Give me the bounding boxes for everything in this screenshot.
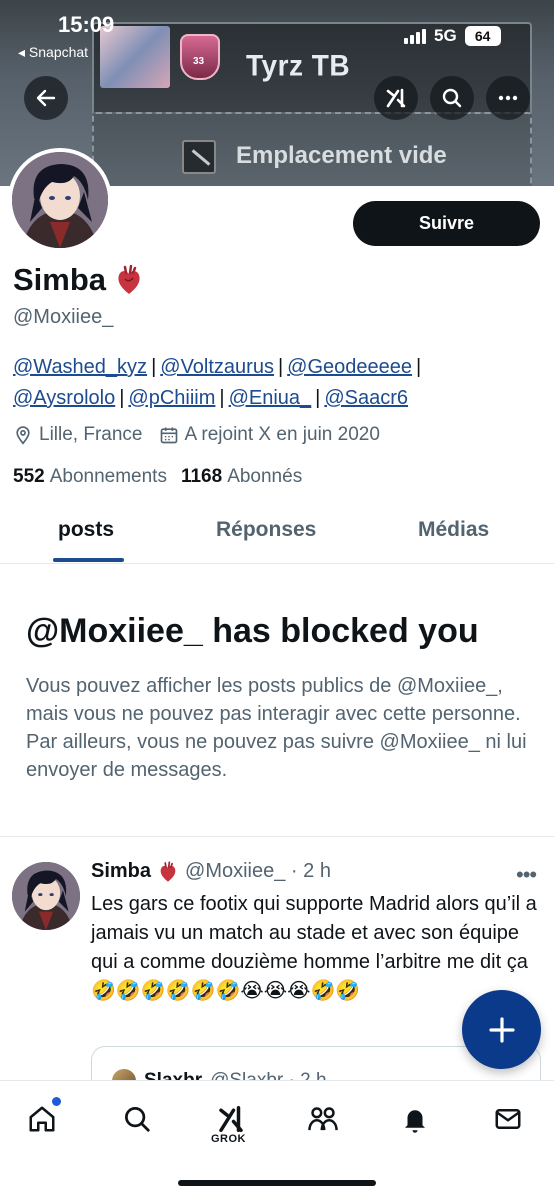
network-type: 5G <box>434 26 457 45</box>
compose-button[interactable] <box>462 990 541 1069</box>
back-button[interactable] <box>24 76 68 120</box>
more-button[interactable] <box>486 76 530 120</box>
grok-icon <box>386 88 406 108</box>
profile-meta: Lille, France A rejoint X en juin 2020 <box>13 424 396 446</box>
post-text: Les gars ce footix qui supporte Madrid a… <box>91 893 537 1002</box>
tab-posts[interactable]: posts <box>58 518 114 542</box>
post-author[interactable]: Simba <box>91 860 151 883</box>
status-indicators: 5G 64 <box>404 26 501 46</box>
post-handle-time: @Moxiiee_ · 2 h <box>185 860 331 882</box>
home-icon <box>29 1106 55 1132</box>
search-icon <box>442 88 462 108</box>
tab-replies[interactable]: Réponses <box>216 518 316 542</box>
notification-dot <box>52 1097 61 1106</box>
grok-label: GROK <box>211 1133 246 1145</box>
bio-mention[interactable]: @Saacr6 <box>324 387 408 409</box>
status-back-to-app[interactable]: ◂ Snapchat <box>18 44 88 61</box>
bio-mention[interactable]: @Washed_kyz <box>13 356 147 378</box>
post-header: Simba @Moxiiee_ · 2 h <box>91 860 331 883</box>
display-name-text: Simba <box>13 262 107 297</box>
search-icon <box>125 1107 150 1132</box>
banner-slot-icon <box>182 140 216 174</box>
status-time: 15:09 <box>58 12 115 37</box>
blocked-message: Vous pouvez afficher les posts publics d… <box>26 675 527 781</box>
location-text: Lille, France <box>39 424 143 445</box>
banner-slot-text: Emplacement vide <box>236 142 447 169</box>
grok-icon <box>219 1106 243 1132</box>
avatar-image <box>12 152 108 248</box>
plus-icon <box>488 1016 515 1043</box>
anatomical-heart-icon <box>160 860 176 882</box>
followers-count[interactable]: 1168 Abonnés <box>181 466 302 488</box>
post-avatar[interactable] <box>12 862 80 930</box>
bio-mention[interactable]: @pChiiim <box>128 387 215 409</box>
location-pin-icon <box>16 426 30 445</box>
search-button[interactable] <box>430 76 474 120</box>
messages-icon <box>495 1109 521 1129</box>
join-date-text: A rejoint X en juin 2020 <box>184 424 380 445</box>
battery-icon: 64 <box>464 26 501 46</box>
nav-messages[interactable] <box>488 1099 528 1139</box>
profile-tabs: posts Réponses Médias <box>0 500 554 564</box>
banner-badge-number: 33 <box>193 56 205 67</box>
home-indicator[interactable] <box>178 1180 376 1186</box>
arrow-left-icon <box>36 89 56 107</box>
tab-media[interactable]: Médias <box>418 518 489 542</box>
more-icon <box>498 95 518 101</box>
profile-handle: @Moxiiee_ <box>13 306 114 328</box>
communities-icon <box>308 1107 338 1131</box>
nav-communities[interactable] <box>303 1099 343 1139</box>
calendar-icon <box>160 427 177 444</box>
signal-icon <box>404 28 426 44</box>
bio-mention[interactable]: @Eniua_ <box>229 387 312 409</box>
bio-mention[interactable]: @Geodeeeee <box>287 356 412 378</box>
profile-avatar[interactable] <box>8 148 112 252</box>
avatar-image <box>12 862 80 930</box>
bio-mention[interactable]: @Voltzaurus <box>160 356 274 378</box>
post-more-icon[interactable]: ••• <box>516 862 537 888</box>
blocked-title: @Moxiiee_ has blocked you <box>26 612 479 650</box>
profile-bio: @Washed_kyz | @Voltzaurus | @Geodeeeee | @Ays… <box>13 356 422 409</box>
anatomical-heart-icon <box>118 265 140 294</box>
grok-button[interactable] <box>374 76 418 120</box>
bio-mention[interactable]: @Aysrololo <box>13 387 115 409</box>
location: Lille, France <box>13 424 143 446</box>
active-tab-indicator <box>53 558 124 562</box>
nav-notifications[interactable] <box>395 1099 435 1139</box>
banner-player-name: Tyrz TB <box>246 49 351 82</box>
following-count[interactable]: 552 Abonnements <box>13 466 167 488</box>
nav-search[interactable] <box>117 1099 157 1139</box>
follow-button[interactable]: Suivre <box>353 201 540 246</box>
nav-home[interactable] <box>22 1097 62 1139</box>
notifications-icon <box>405 1110 425 1133</box>
display-name: Simba <box>13 262 142 298</box>
follow-counts: 552 Abonnements 1168 Abonnés <box>13 466 316 488</box>
divider <box>0 836 554 837</box>
join-date: A rejoint X en juin 2020 <box>159 424 380 446</box>
